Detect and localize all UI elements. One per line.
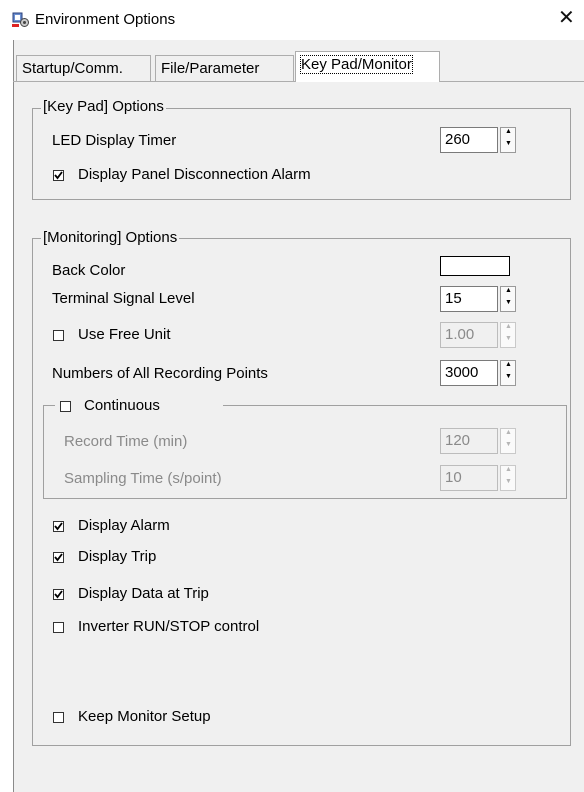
sampling-time-input: 10 bbox=[440, 465, 498, 491]
recording-points-spinner[interactable]: ▲ ▼ bbox=[500, 360, 516, 386]
checkmark-icon bbox=[54, 522, 63, 531]
window-title: Environment Options bbox=[35, 11, 176, 28]
arrow-up-icon: ▲ bbox=[505, 466, 512, 473]
spin-down-button[interactable]: ▼ bbox=[501, 140, 515, 152]
inverter-run-stop-label: Inverter RUN/STOP control bbox=[78, 618, 260, 635]
arrow-up-icon: ▲ bbox=[505, 361, 512, 368]
arrow-up-icon: ▲ bbox=[505, 323, 512, 330]
display-alarm-checkbox[interactable] bbox=[53, 521, 64, 532]
arrow-down-icon: ▼ bbox=[505, 299, 512, 306]
display-data-at-trip-label: Display Data at Trip bbox=[78, 585, 209, 602]
keypad-options-group bbox=[32, 108, 571, 200]
free-unit-spinner: ▲ ▼ bbox=[500, 322, 516, 348]
spin-down-button[interactable]: ▼ bbox=[501, 299, 515, 311]
continuous-checkbox[interactable] bbox=[60, 401, 71, 412]
recording-points-label: Numbers of All Recording Points bbox=[52, 365, 268, 382]
display-data-at-trip-checkbox[interactable] bbox=[53, 589, 64, 600]
arrow-up-icon: ▲ bbox=[505, 128, 512, 135]
arrow-down-icon: ▼ bbox=[505, 335, 512, 342]
sampling-time-spinner: ▲ ▼ bbox=[500, 465, 516, 491]
free-unit-input: 1.00 bbox=[440, 322, 498, 348]
recording-points-input[interactable]: 3000 bbox=[440, 360, 498, 386]
checkmark-icon bbox=[54, 590, 63, 599]
app-settings-icon bbox=[12, 12, 30, 28]
close-icon[interactable]: ✕ bbox=[558, 5, 575, 30]
record-time-input: 120 bbox=[440, 428, 498, 454]
arrow-down-icon: ▼ bbox=[505, 140, 512, 147]
spin-down-button[interactable]: ▼ bbox=[501, 373, 515, 385]
inverter-run-stop-checkbox[interactable] bbox=[53, 622, 64, 633]
checkmark-icon bbox=[54, 553, 63, 562]
display-trip-checkbox[interactable] bbox=[53, 552, 64, 563]
monitoring-options-legend: [Monitoring] Options bbox=[41, 229, 180, 246]
title-bar: Environment Options ✕ bbox=[0, 0, 584, 40]
record-time-label: Record Time (min) bbox=[64, 433, 188, 450]
tab-file-parameter[interactable]: File/Parameter bbox=[155, 55, 294, 81]
arrow-up-icon: ▲ bbox=[505, 429, 512, 436]
arrow-down-icon: ▼ bbox=[505, 441, 512, 448]
display-trip-label: Display Trip bbox=[78, 548, 157, 565]
checkmark-icon bbox=[54, 171, 63, 180]
arrow-down-icon: ▼ bbox=[505, 373, 512, 380]
tab-startup-comm[interactable]: Startup/Comm. bbox=[16, 55, 151, 81]
display-panel-disconnection-alarm-checkbox[interactable] bbox=[53, 170, 64, 181]
led-display-timer-spinner[interactable]: ▲ ▼ bbox=[500, 127, 516, 153]
spin-down-button: ▼ bbox=[501, 335, 515, 347]
use-free-unit-checkbox[interactable] bbox=[53, 330, 64, 341]
use-free-unit-label: Use Free Unit bbox=[78, 326, 171, 343]
back-color-label: Back Color bbox=[52, 262, 126, 279]
display-alarm-label: Display Alarm bbox=[78, 517, 170, 534]
led-display-timer-label: LED Display Timer bbox=[52, 132, 177, 149]
sampling-time-label: Sampling Time (s/point) bbox=[64, 470, 222, 487]
terminal-signal-level-label: Terminal Signal Level bbox=[52, 290, 195, 307]
keep-monitor-setup-label: Keep Monitor Setup bbox=[78, 708, 211, 725]
keep-monitor-setup-checkbox[interactable] bbox=[53, 712, 64, 723]
terminal-signal-level-spinner[interactable]: ▲ ▼ bbox=[500, 286, 516, 312]
tab-keypad-monitor[interactable]: Key Pad/Monitor bbox=[295, 51, 440, 82]
led-display-timer-input[interactable]: 260 bbox=[440, 127, 498, 153]
display-panel-disconnection-alarm-label: Display Panel Disconnection Alarm bbox=[78, 166, 311, 183]
arrow-up-icon: ▲ bbox=[505, 287, 512, 294]
record-time-spinner: ▲ ▼ bbox=[500, 428, 516, 454]
tab-label: Key Pad/Monitor bbox=[300, 55, 413, 74]
spin-down-button: ▼ bbox=[501, 441, 515, 453]
spin-down-button: ▼ bbox=[501, 478, 515, 490]
terminal-signal-level-input[interactable]: 15 bbox=[440, 286, 498, 312]
back-color-swatch[interactable] bbox=[440, 256, 510, 276]
continuous-label: Continuous bbox=[84, 397, 160, 414]
arrow-down-icon: ▼ bbox=[505, 478, 512, 485]
keypad-options-legend: [Key Pad] Options bbox=[41, 98, 166, 115]
